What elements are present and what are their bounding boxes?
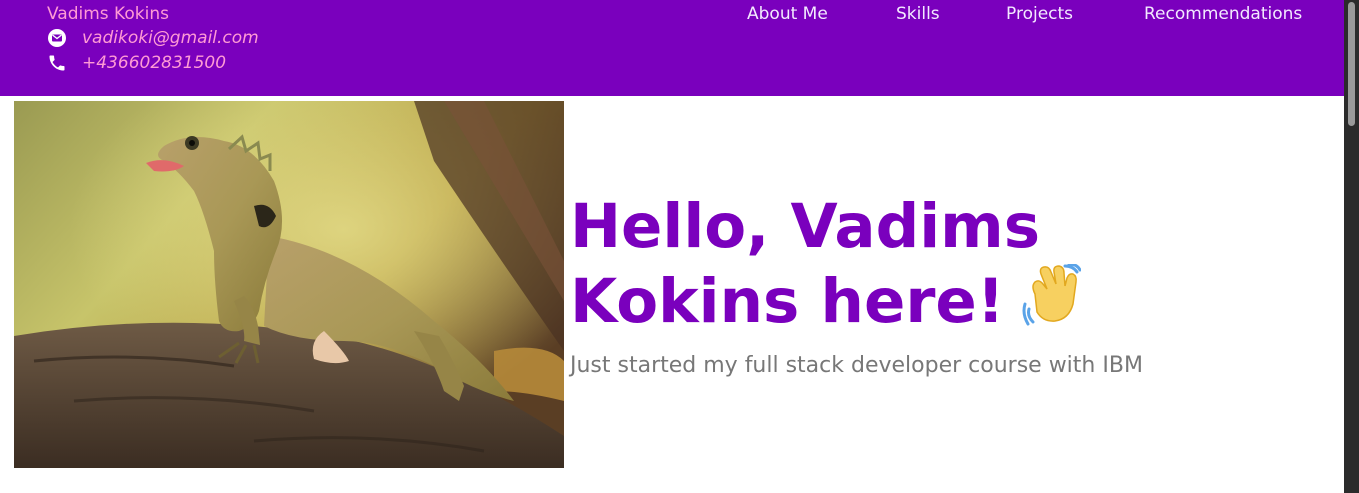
phone-text: +436602831500 [82, 53, 227, 73]
hero-title-text: Hello, Vadims Kokins here! [570, 191, 1041, 337]
page-scrollbar[interactable] [1344, 0, 1359, 493]
contact-phone[interactable]: +436602831500 [47, 52, 226, 74]
site-name[interactable]: Vadims Kokins [47, 3, 169, 25]
waving-hand-icon [1021, 262, 1082, 343]
nav-skills[interactable]: Skills [896, 3, 940, 25]
email-text: vadikoki@gmail.com [82, 28, 259, 48]
nav-recommendations[interactable]: Recommendations [1144, 3, 1302, 25]
nav-about-me[interactable]: About Me [747, 3, 828, 25]
hero-image-lizard [14, 101, 564, 468]
site-header: Vadims Kokins vadikoki@gmail.com +436602… [0, 0, 1344, 96]
scrollbar-thumb[interactable] [1348, 2, 1355, 126]
hero-subtitle: Just started my full stack developer cou… [570, 353, 1143, 378]
hero-title: Hello, Vadims Kokins here! [570, 190, 1290, 343]
nav-projects[interactable]: Projects [1006, 3, 1073, 25]
contact-email[interactable]: vadikoki@gmail.com [47, 27, 259, 49]
phone-icon [47, 53, 67, 73]
envelope-icon [47, 28, 67, 48]
